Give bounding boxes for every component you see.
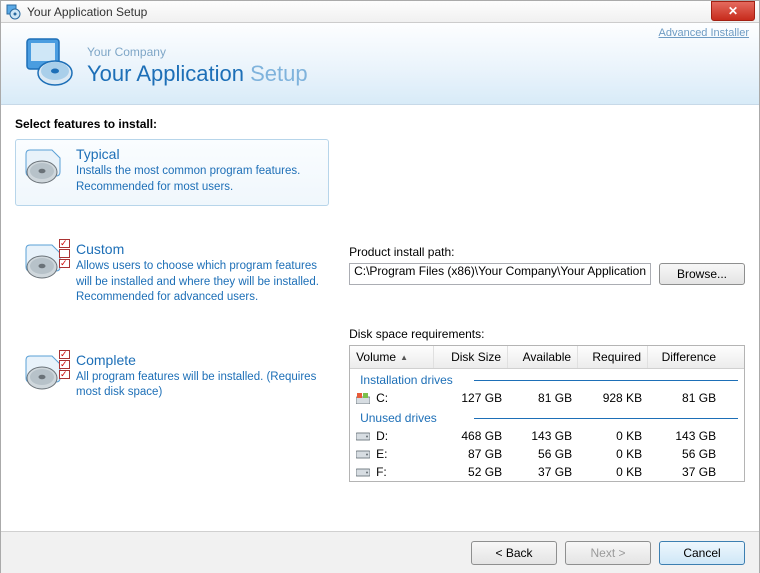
feature-desc: Installs the most common program feature… (76, 164, 320, 195)
installer-window: Your Application Setup ✕ Advanced Instal… (0, 0, 760, 573)
drive-icon (356, 467, 370, 478)
drive-icon (356, 449, 370, 460)
table-row[interactable]: C: 127 GB 81 GB 928 KB 81 GB (350, 389, 744, 407)
col-disk-size[interactable]: Disk Size (434, 346, 508, 368)
table-row[interactable]: F: 52 GB 37 GB 0 KB 37 GB (350, 463, 744, 481)
col-available[interactable]: Available (508, 346, 578, 368)
browse-button[interactable]: Browse... (659, 263, 745, 285)
feature-complete-icon (24, 352, 66, 392)
app-name-text: Your Application (87, 61, 244, 86)
footer: < Back Next > Cancel (1, 531, 759, 573)
disk-table-header: Volume▲ Disk Size Available Required Dif… (350, 346, 744, 369)
window-title: Your Application Setup (27, 5, 711, 19)
cancel-button[interactable]: Cancel (659, 541, 745, 565)
right-pane: Product install path: C:\Program Files (… (339, 105, 759, 531)
feature-title: Custom (76, 241, 320, 257)
titlebar[interactable]: Your Application Setup ✕ (1, 1, 759, 23)
table-row[interactable]: D: 468 GB 143 GB 0 KB 143 GB (350, 427, 744, 445)
install-path-input[interactable]: C:\Program Files (x86)\Your Company\Your… (349, 263, 651, 285)
feature-desc: Allows users to choose which program fea… (76, 259, 320, 306)
feature-custom-icon (24, 241, 66, 281)
advanced-installer-link[interactable]: Advanced Installer (659, 27, 750, 39)
col-volume[interactable]: Volume▲ (350, 346, 434, 368)
feature-complete[interactable]: Complete All program features will be in… (15, 345, 329, 412)
feature-typical-icon (24, 146, 66, 186)
feature-typical[interactable]: Typical Installs the most common program… (15, 139, 329, 206)
select-features-heading: Select features to install: (15, 117, 329, 131)
left-pane: Select features to install: Typical Inst… (1, 105, 339, 531)
app-title: Your Application Setup (87, 61, 308, 87)
next-button[interactable]: Next > (565, 541, 651, 565)
feature-custom[interactable]: Custom Allows users to choose which prog… (15, 234, 329, 317)
group-unused-drives: Unused drives (350, 407, 744, 427)
feature-title: Complete (76, 352, 320, 368)
close-button[interactable]: ✕ (711, 1, 755, 21)
feature-desc: All program features will be installed. … (76, 370, 320, 401)
table-row[interactable]: E: 87 GB 56 GB 0 KB 56 GB (350, 445, 744, 463)
disk-table: Volume▲ Disk Size Available Required Dif… (349, 345, 745, 482)
install-path-label: Product install path: (349, 245, 745, 259)
app-icon (5, 4, 21, 20)
disk-requirements-label: Disk space requirements: (349, 327, 745, 341)
feature-title: Typical (76, 146, 320, 162)
product-logo-icon (23, 37, 75, 87)
col-difference[interactable]: Difference (648, 346, 722, 368)
sort-asc-icon: ▲ (400, 353, 408, 362)
drive-icon (356, 431, 370, 442)
body: Select features to install: Typical Inst… (1, 105, 759, 531)
header-banner: Advanced Installer Your Company Your App… (1, 23, 759, 105)
col-required[interactable]: Required (578, 346, 648, 368)
group-installation-drives: Installation drives (350, 369, 744, 389)
close-icon: ✕ (728, 5, 738, 17)
windows-drive-icon (356, 393, 370, 404)
back-button[interactable]: < Back (471, 541, 557, 565)
company-name: Your Company (87, 45, 166, 59)
setup-word: Setup (250, 61, 308, 86)
